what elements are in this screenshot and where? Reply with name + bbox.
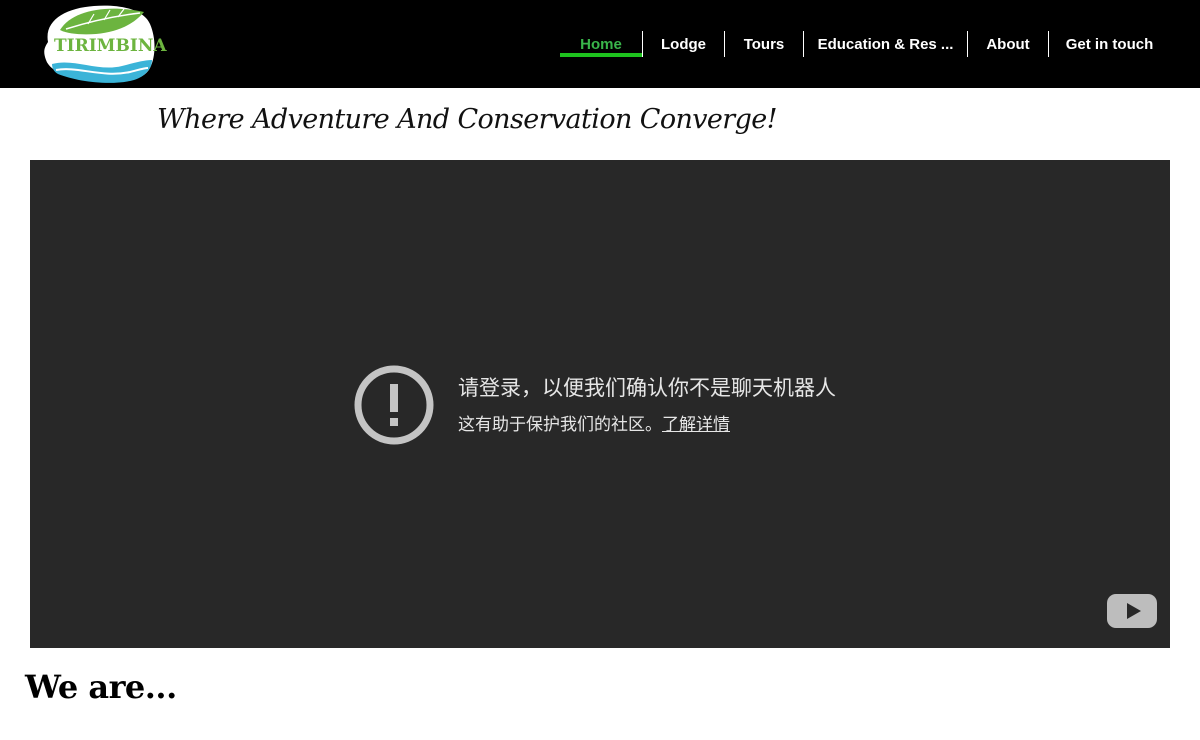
embedded-video-player[interactable]: 请登录，以便我们确认你不是聊天机器人 这有助于保护我们的社区。了解详情: [30, 160, 1170, 648]
main-nav: Home Lodge Tours Education & Res ... Abo…: [560, 31, 1170, 57]
learn-more-link[interactable]: 了解详情: [662, 415, 730, 434]
section-heading-we-are: We are...: [25, 668, 177, 706]
nav-about-label: About: [986, 35, 1030, 53]
nav-lodge[interactable]: Lodge: [642, 31, 724, 57]
nav-education-label: Education & Res ...: [817, 35, 954, 53]
nav-about[interactable]: About: [967, 31, 1048, 57]
youtube-logo-icon[interactable]: [1106, 592, 1158, 630]
site-header: TIRIMBINA Home Lodge Tours Education & R…: [0, 0, 1200, 88]
tirimbina-logo[interactable]: TIRIMBINA: [38, 2, 167, 86]
logo-text: TIRIMBINA: [54, 36, 167, 56]
nav-home-label: Home: [580, 35, 622, 53]
video-signin-title: 请登录，以便我们确认你不是聊天机器人: [458, 377, 836, 400]
nav-lodge-label: Lodge: [661, 35, 706, 53]
nav-get-in-touch-label: Get in touch: [1065, 35, 1154, 53]
nav-get-in-touch[interactable]: Get in touch: [1048, 31, 1170, 57]
video-signin-subtitle: 这有助于保护我们的社区。了解详情: [458, 410, 730, 435]
nav-home[interactable]: Home: [560, 31, 642, 57]
video-subtitle-text: 这有助于保护我们的社区。: [458, 415, 662, 434]
nav-education-research[interactable]: Education & Res ...: [803, 31, 967, 57]
nav-tours-label: Tours: [743, 35, 785, 53]
nav-active-underline: [560, 53, 642, 57]
nav-tours[interactable]: Tours: [724, 31, 803, 57]
alert-circle-icon: [354, 365, 434, 445]
page-tagline: Where Adventure And Conservation Converg…: [157, 104, 778, 135]
